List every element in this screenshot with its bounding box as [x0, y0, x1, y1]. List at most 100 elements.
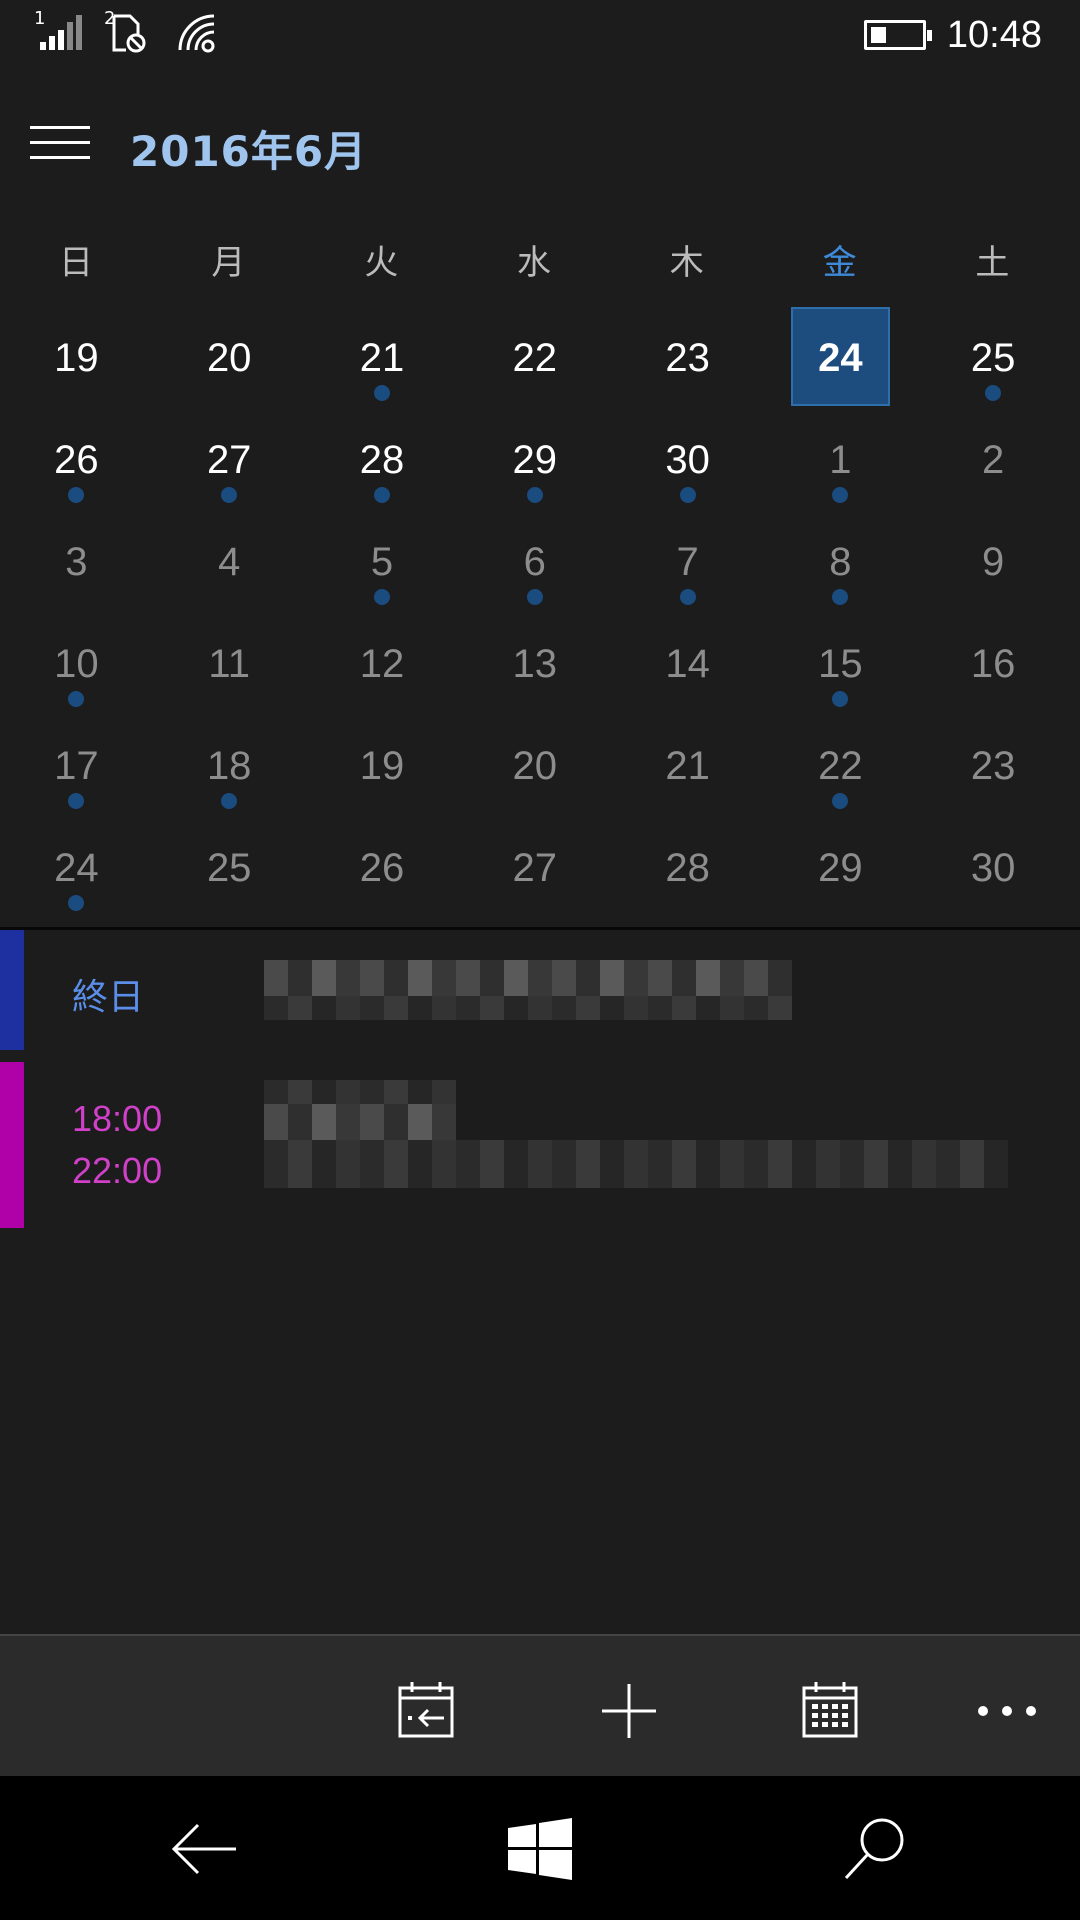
hamburger-icon[interactable]	[30, 126, 90, 160]
calendar-day[interactable]: 28	[611, 812, 764, 914]
weekday-label: 金	[822, 243, 857, 283]
calendar-day[interactable]: 26	[0, 404, 153, 506]
calendar-day[interactable]: 9	[917, 506, 1070, 608]
windows-start-icon[interactable]	[500, 1814, 580, 1884]
calendar-day-today[interactable]: 24	[764, 302, 917, 406]
add-icon[interactable]	[594, 1676, 664, 1746]
calendar-day[interactable]: 1	[764, 404, 917, 506]
event-title-redacted	[264, 960, 792, 1020]
calendar-day[interactable]: 15	[764, 608, 917, 710]
event-time-start: 18:00	[72, 1098, 163, 1139]
calendar-day[interactable]: 30	[611, 404, 764, 506]
command-bar	[0, 1634, 1080, 1776]
calendar-day[interactable]: 23	[917, 710, 1070, 812]
day-number: 30	[970, 846, 1016, 890]
calendar-day[interactable]: 20	[458, 710, 611, 812]
calendar-day[interactable]: 25	[917, 302, 1070, 404]
calendar-view-icon[interactable]	[796, 1676, 866, 1746]
calendar-day[interactable]: 20	[153, 302, 306, 404]
calendar-day[interactable]: 19	[0, 302, 153, 404]
event-evening[interactable]: 18:00 22:00	[0, 1062, 1080, 1228]
day-number: 6	[523, 540, 546, 584]
navigation-bar	[0, 1776, 1080, 1920]
more-icon[interactable]	[972, 1676, 1042, 1746]
weekday-label: 火	[364, 243, 399, 283]
calendar-day[interactable]: 27	[458, 812, 611, 914]
calendar-day[interactable]: 28	[306, 404, 459, 506]
calendar-day[interactable]: 2	[917, 404, 1070, 506]
calendar-day[interactable]: 7	[611, 506, 764, 608]
sim2-label: 2	[104, 8, 116, 29]
day-number: 26	[359, 846, 405, 890]
calendar-day[interactable]: 5	[306, 506, 459, 608]
calendar-day[interactable]: 25	[153, 812, 306, 914]
weekday-label: 日	[59, 243, 93, 283]
calendar-day[interactable]: 21	[611, 710, 764, 812]
wifi-icon	[176, 12, 218, 58]
event-indicator-dot	[373, 385, 390, 401]
today-icon[interactable]	[392, 1676, 462, 1746]
calendar-day[interactable]: 29	[764, 812, 917, 914]
status-bar: 1 2 10:48	[0, 0, 1080, 70]
day-number: 25	[206, 846, 252, 890]
calendar-day[interactable]: 16	[917, 608, 1070, 710]
calendar-day[interactable]: 19	[306, 710, 459, 812]
calendar-day[interactable]: 22	[458, 302, 611, 404]
calendar-day[interactable]: 30	[917, 812, 1070, 914]
calendar-day[interactable]: 26	[306, 812, 459, 914]
month-title[interactable]: 2016年6月	[130, 118, 367, 179]
event-indicator-dot	[221, 487, 238, 503]
calendar-day[interactable]: 12	[306, 608, 459, 710]
calendar-day[interactable]: 6	[458, 506, 611, 608]
day-number: 28	[665, 846, 710, 890]
calendar-day[interactable]: 11	[153, 608, 306, 710]
day-number: 13	[512, 642, 558, 686]
calendar-day[interactable]: 4	[153, 506, 306, 608]
sim1-label: 1	[34, 8, 46, 29]
day-number: 27	[206, 438, 252, 482]
day-number: 29	[512, 438, 558, 482]
day-number: 14	[665, 642, 710, 686]
calendar-day[interactable]: 3	[0, 506, 153, 608]
event-allday[interactable]: 終日	[0, 930, 1080, 1050]
weekday-label: 月	[211, 243, 246, 283]
day-number: 18	[206, 744, 252, 788]
day-number: 11	[208, 642, 250, 686]
event-indicator-dot	[68, 793, 85, 809]
day-number: 17	[54, 744, 99, 788]
day-number: 9	[982, 540, 1005, 584]
day-number: 22	[512, 336, 558, 380]
day-number: 22	[818, 744, 863, 788]
calendar-day[interactable]: 24	[0, 812, 153, 914]
battery-level	[871, 27, 886, 43]
calendar-week-row: 26 27 28 29 30 1 2	[0, 404, 1080, 506]
calendar-day[interactable]: 18	[153, 710, 306, 812]
calendar-week-row: 19 20 21 22 23 24 25	[0, 302, 1080, 406]
day-number: 1	[829, 438, 852, 482]
event-indicator-dot	[526, 487, 543, 503]
day-number: 28	[359, 438, 405, 482]
event-time-start: 終日	[72, 976, 145, 1017]
back-icon[interactable]	[164, 1814, 244, 1884]
day-number: 24	[818, 336, 863, 380]
search-icon[interactable]	[836, 1814, 916, 1884]
calendar-day[interactable]: 13	[458, 608, 611, 710]
day-number: 12	[359, 642, 405, 686]
calendar-day[interactable]: 17	[0, 710, 153, 812]
day-number: 29	[818, 846, 863, 890]
calendar-day[interactable]: 14	[611, 608, 764, 710]
calendar-day[interactable]: 23	[611, 302, 764, 404]
day-number: 19	[359, 744, 405, 788]
calendar-day[interactable]: 22	[764, 710, 917, 812]
event-indicator-dot	[68, 895, 85, 911]
month-grid: 19 20 21 22 23 24 25 26 27 28 29 30 1 2 3 4 5 6 7 8 9 10 11 12 1…	[0, 302, 1080, 914]
calendar-day[interactable]: 8	[764, 506, 917, 608]
calendar-day[interactable]: 10	[0, 608, 153, 710]
calendar-day[interactable]: 21	[306, 302, 459, 404]
event-indicator-dot	[832, 487, 849, 503]
day-number: 7	[676, 540, 699, 584]
calendar-day[interactable]: 29	[458, 404, 611, 506]
day-number: 8	[829, 540, 852, 584]
calendar-day[interactable]: 27	[153, 404, 306, 506]
event-indicator-dot	[373, 487, 390, 503]
